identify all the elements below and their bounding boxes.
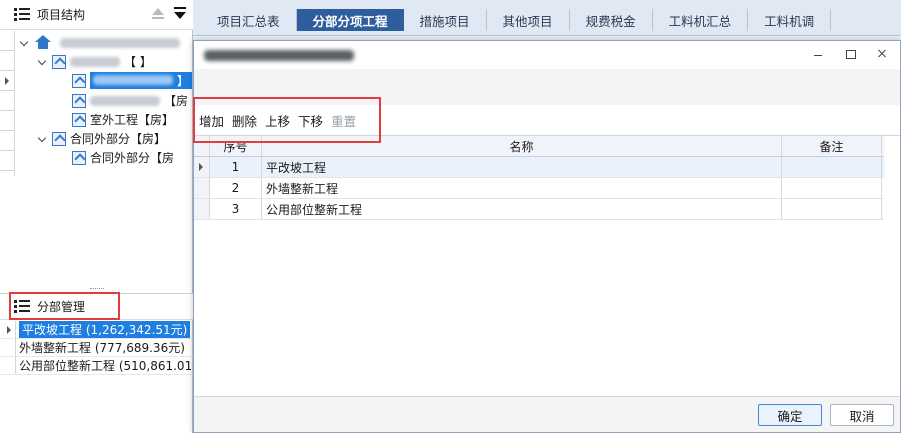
- table-row[interactable]: 3 公用部位整新工程: [194, 199, 884, 220]
- row-indicator-header: [194, 136, 210, 156]
- row-indicator: [194, 178, 210, 198]
- list-icon: [14, 300, 30, 313]
- header-no[interactable]: 序号: [210, 136, 262, 156]
- tree-row-gutter: [0, 31, 15, 176]
- building-icon: [72, 150, 86, 165]
- tab-strip: 项目汇总表 分部分项工程 措施项目 其他项目 规费税金 工料机汇总 工料机调: [193, 0, 901, 36]
- table-row[interactable]: 2 外墙整新工程: [194, 178, 884, 199]
- move-down-button[interactable]: 下移: [297, 109, 324, 132]
- ok-button[interactable]: 确定: [758, 404, 822, 426]
- fen-bu-title: 分部管理: [37, 300, 86, 314]
- list-item-label: 平改坡工程 (1,262,342.51元): [19, 321, 191, 338]
- list-item-label: 公用部位整新工程 (510,861.01...: [19, 359, 193, 373]
- tree-node-blurred[interactable]: 【房: [72, 91, 188, 110]
- tree-node-level1[interactable]: 【 】: [38, 52, 152, 71]
- chevron-down-icon[interactable]: [38, 134, 48, 144]
- tree-node-outdoor-label: 室外工程【房】: [90, 113, 175, 127]
- header-name[interactable]: 名称: [262, 136, 782, 156]
- list-item[interactable]: 平改坡工程 (1,262,342.51元): [0, 321, 193, 339]
- tree-node-contract-outside[interactable]: 合同外部分【房】: [38, 129, 166, 148]
- tab-materials-adjust[interactable]: 工料机调: [748, 9, 832, 31]
- tree-node-contract-outside-child-label: 合同外部分【房: [90, 151, 175, 165]
- list-item[interactable]: 外墙整新工程 (777,689.36元): [0, 339, 193, 357]
- cell-no[interactable]: 1: [210, 157, 262, 177]
- tab-measures[interactable]: 措施项目: [404, 9, 487, 31]
- tree-node-level1-label: 【 】: [124, 55, 152, 69]
- redacted-text: [60, 37, 180, 48]
- building-icon: [52, 54, 66, 69]
- header-note[interactable]: 备注: [782, 136, 882, 156]
- reset-button[interactable]: 重置: [330, 109, 357, 132]
- dialog-band: [194, 69, 900, 105]
- building-icon: [72, 93, 86, 108]
- cancel-button[interactable]: 取消: [830, 404, 894, 426]
- tree-node-outdoor[interactable]: 室外工程【房】: [72, 110, 174, 129]
- grid-header: 序号 名称 备注: [194, 136, 884, 157]
- delete-button[interactable]: 删除: [231, 109, 258, 132]
- fen-bu-header: 分部管理: [0, 293, 193, 320]
- list-item-label: 外墙整新工程 (777,689.36元): [19, 341, 185, 355]
- cell-no[interactable]: 3: [210, 199, 262, 219]
- minimize-icon[interactable]: [810, 47, 826, 61]
- row-indicator: [194, 199, 210, 219]
- tree-node-contract-outside-child[interactable]: 合同外部分【房: [72, 148, 174, 167]
- dialog-footer: 确定 取消: [194, 396, 900, 432]
- tree-node-root[interactable]: [20, 33, 180, 52]
- cell-no[interactable]: 2: [210, 178, 262, 198]
- redacted-text: [204, 49, 354, 61]
- project-tree: 【 】 】 【房 室外工程【房】 合同外部分【房】 合同外部分【房: [0, 31, 193, 289]
- close-icon[interactable]: [874, 47, 890, 61]
- table-row[interactable]: 1 平改坡工程: [194, 157, 884, 178]
- project-structure-title: 项目结构: [37, 8, 86, 22]
- row-indicator: [194, 157, 210, 177]
- building-icon: [72, 112, 86, 127]
- project-structure-header: 项目结构: [0, 0, 193, 30]
- fen-bu-grid: 序号 名称 备注 1 平改坡工程 2 外墙整新工程 3 公用部位整新工程: [194, 136, 884, 220]
- building-icon: [52, 131, 66, 146]
- cell-note[interactable]: [782, 199, 882, 219]
- tab-fen-bu-fen-xiang[interactable]: 分部分项工程: [296, 9, 404, 31]
- cell-name[interactable]: 外墙整新工程: [262, 178, 782, 198]
- tree-node-selected[interactable]: 】: [72, 71, 192, 90]
- left-panel: 项目结构 【 】 】 【房 室外工程【房】 合同外部分【房】 合同外部分【房 分…: [0, 0, 193, 433]
- tree-node-selected-label: 】: [90, 72, 192, 89]
- chevron-down-icon[interactable]: [20, 38, 30, 48]
- tree-node-contract-outside-label: 合同外部分【房】: [70, 132, 167, 146]
- cell-note[interactable]: [782, 157, 882, 177]
- fen-bu-dialog: 增加 删除 上移 下移 重置 序号 名称 备注 1 平改坡工程 2 外墙整新工程…: [193, 40, 901, 433]
- list-item[interactable]: 公用部位整新工程 (510,861.01...: [0, 357, 193, 375]
- dialog-toolbar: 增加 删除 上移 下移 重置: [194, 105, 900, 135]
- splitter-handle[interactable]: [90, 288, 104, 291]
- tab-project-summary[interactable]: 项目汇总表: [201, 9, 297, 31]
- chevron-down-icon[interactable]: [38, 57, 48, 67]
- cell-name[interactable]: 公用部位整新工程: [262, 199, 782, 219]
- home-icon: [34, 35, 52, 50]
- tab-materials-summary[interactable]: 工料机汇总: [653, 9, 749, 31]
- building-icon: [72, 73, 86, 88]
- tree-node-selected-suffix: 】: [176, 74, 189, 88]
- redacted-text: [93, 75, 173, 85]
- redacted-text: [90, 95, 160, 106]
- dialog-title-bar: [194, 41, 900, 69]
- cell-note[interactable]: [782, 178, 882, 198]
- tree-node-blurred-label: 【房: [164, 94, 189, 108]
- move-up-button[interactable]: 上移: [264, 109, 291, 132]
- redacted-text: [70, 56, 120, 67]
- list-icon: [14, 8, 30, 21]
- fen-bu-list: 平改坡工程 (1,262,342.51元) 外墙整新工程 (777,689.36…: [0, 321, 193, 375]
- move-down-icon[interactable]: [173, 7, 187, 21]
- add-button[interactable]: 增加: [198, 109, 225, 132]
- maximize-icon[interactable]: [842, 47, 858, 61]
- move-up-icon[interactable]: [151, 7, 165, 21]
- cell-name[interactable]: 平改坡工程: [262, 157, 782, 177]
- tab-fees-taxes[interactable]: 规费税金: [570, 9, 653, 31]
- tab-other-items[interactable]: 其他项目: [487, 9, 570, 31]
